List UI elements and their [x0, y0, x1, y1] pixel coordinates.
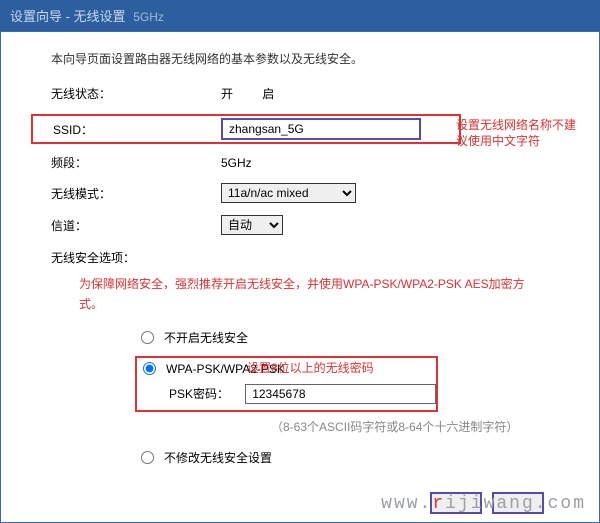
radio-keep[interactable] — [141, 451, 154, 464]
psk-hint: （8-63个ASCII码字符或8-64个十六进制字符） — [29, 417, 571, 437]
security-section-label: 无线安全选项： — [29, 249, 571, 266]
radio-none[interactable] — [141, 331, 154, 344]
band-row: 频段： 5GHz — [29, 154, 571, 171]
back-button[interactable] — [430, 492, 482, 514]
button-row — [430, 492, 544, 514]
radio-none-label: 不开启无线安全 — [164, 329, 248, 346]
title-sub: 5GHz — [133, 10, 164, 24]
channel-select[interactable]: 自动 — [221, 215, 283, 235]
psk-row: PSK密码： — [143, 384, 436, 404]
next-button[interactable] — [492, 492, 544, 514]
band-label: 频段： — [51, 154, 221, 171]
radio-keep-label: 不修改无线安全设置 — [164, 449, 272, 466]
mode-row: 无线模式： 11a/n/ac mixed — [29, 183, 571, 203]
title-main: 设置向导 - 无线设置 — [10, 9, 126, 24]
wireless-status-value: 开 启 — [221, 85, 287, 102]
security-option-none[interactable]: 不开启无线安全 — [29, 329, 571, 346]
band-value: 5GHz — [221, 156, 252, 170]
annotation-password: 设置8位以上的无线密码 — [247, 359, 374, 376]
radio-wpa[interactable] — [143, 362, 156, 375]
page-description: 本向导页面设置路由器无线网络的基本参数以及无线安全。 — [29, 50, 571, 67]
security-warning: 为保障网络安全，强烈推荐开启无线安全，并使用WPA-PSK/WPA2-PSK A… — [29, 274, 571, 315]
security-option-keep[interactable]: 不修改无线安全设置 — [29, 449, 571, 466]
channel-label: 信道： — [51, 217, 221, 234]
channel-row: 信道： 自动 — [29, 215, 571, 235]
mode-label: 无线模式： — [51, 185, 221, 202]
annotation-ssid: 设置无线网络名称不建议使用中文字符 — [456, 117, 586, 149]
wireless-status-label: 无线状态： — [51, 85, 221, 102]
ssid-row-highlight: SSID： — [31, 114, 461, 144]
psk-label: PSK密码： — [143, 385, 245, 402]
mode-select[interactable]: 11a/n/ac mixed — [221, 183, 356, 203]
psk-input[interactable] — [245, 384, 436, 404]
wireless-status-row: 无线状态： 开 启 — [29, 85, 571, 102]
ssid-label: SSID： — [53, 121, 221, 138]
content-panel: 本向导页面设置路由器无线网络的基本参数以及无线安全。 无线状态： 开 启 SSI… — [0, 31, 600, 523]
ssid-input[interactable] — [221, 118, 421, 140]
title-bar: 设置向导 - 无线设置 5GHz — [0, 0, 600, 31]
